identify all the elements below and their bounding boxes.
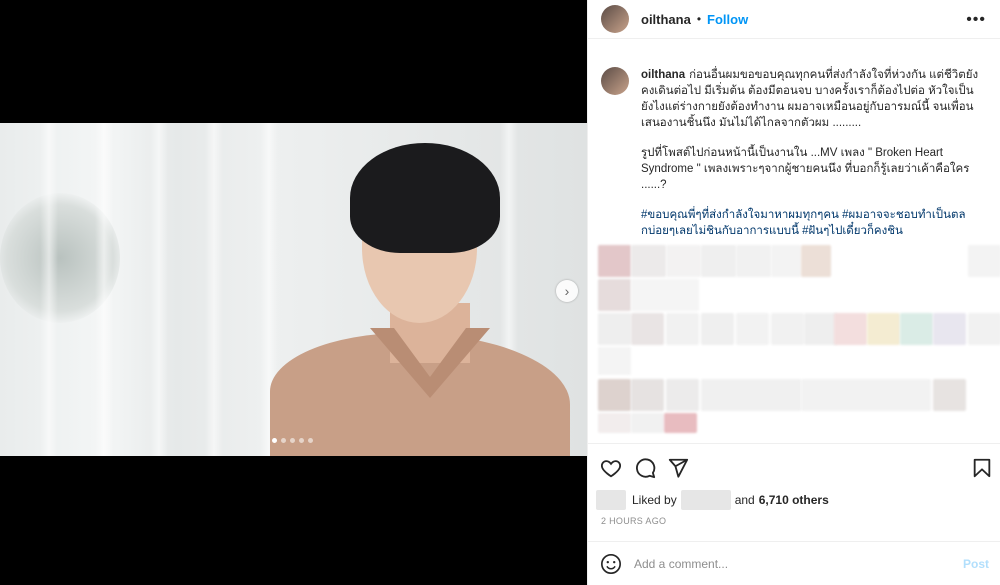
curtain-fold bbox=[40, 123, 58, 456]
chevron-right-icon: › bbox=[564, 283, 570, 299]
post-photo bbox=[0, 123, 587, 456]
carousel-dot bbox=[281, 438, 286, 443]
likes-connector: and bbox=[734, 493, 755, 507]
likes-summary: Liked by and 6,710 others bbox=[596, 490, 829, 510]
carousel-dot bbox=[272, 438, 277, 443]
blurred-comments bbox=[596, 243, 1000, 433]
comment-box: Add a comment... Post bbox=[588, 541, 1000, 585]
person-figure bbox=[250, 143, 570, 456]
likes-count[interactable]: 6,710 others bbox=[759, 493, 829, 507]
comment-input[interactable]: Add a comment... bbox=[634, 557, 963, 571]
comment-icon[interactable] bbox=[634, 457, 656, 479]
caption-text: ก่อนอื่นผมขอขอบคุณทุกคนที่ส่งกำลังใจที่ห… bbox=[641, 69, 979, 129]
action-bar bbox=[588, 443, 1000, 489]
caption: oilthana ก่อนอื่นผมขอขอบคุณทุกคนที่ส่งกำล… bbox=[588, 39, 1000, 265]
post-media[interactable]: › bbox=[0, 0, 587, 585]
liked-by-label: Liked by bbox=[632, 493, 677, 507]
share-icon[interactable] bbox=[667, 457, 689, 479]
post-comment-button[interactable]: Post bbox=[963, 557, 989, 571]
liker-name-placeholder[interactable] bbox=[680, 490, 731, 510]
smiley-icon[interactable] bbox=[600, 553, 622, 575]
curtain-fold bbox=[205, 123, 223, 456]
liker-avatar-placeholder bbox=[596, 490, 626, 510]
header-username[interactable]: oilthana bbox=[641, 12, 691, 27]
carousel-dot bbox=[290, 438, 295, 443]
post-timestamp[interactable]: 2 HOURS AGO bbox=[601, 516, 666, 526]
bookmark-icon[interactable] bbox=[971, 457, 993, 479]
avatar[interactable] bbox=[601, 5, 629, 33]
follow-button[interactable]: Follow bbox=[707, 12, 748, 27]
carousel-dot bbox=[308, 438, 313, 443]
carousel-dot bbox=[299, 438, 304, 443]
more-horizontal-icon[interactable]: ••• bbox=[966, 11, 986, 29]
curtain-fold bbox=[95, 123, 113, 456]
post-sidebar: oilthana • Follow ••• oilthana ก่อนอื่นผม… bbox=[587, 0, 1000, 585]
carousel-indicator bbox=[272, 438, 313, 443]
heart-icon[interactable] bbox=[600, 457, 622, 479]
caption-username[interactable]: oilthana bbox=[641, 69, 685, 81]
caption-text-2: รูปที่โพสต์ไปก่อนหน้านี้เป็นงานใน ...MV … bbox=[641, 147, 970, 191]
caption-hashtags[interactable]: #ขอบคุณพี่ๆที่ส่งกำลังใจมาหาผมทุกๆคน #ผม… bbox=[641, 207, 981, 239]
post-header: oilthana • Follow ••• bbox=[588, 0, 1000, 39]
avatar[interactable] bbox=[601, 67, 629, 95]
carousel-next-button[interactable]: › bbox=[556, 280, 578, 302]
separator-dot: • bbox=[696, 12, 702, 26]
curtain-fold bbox=[150, 123, 168, 456]
